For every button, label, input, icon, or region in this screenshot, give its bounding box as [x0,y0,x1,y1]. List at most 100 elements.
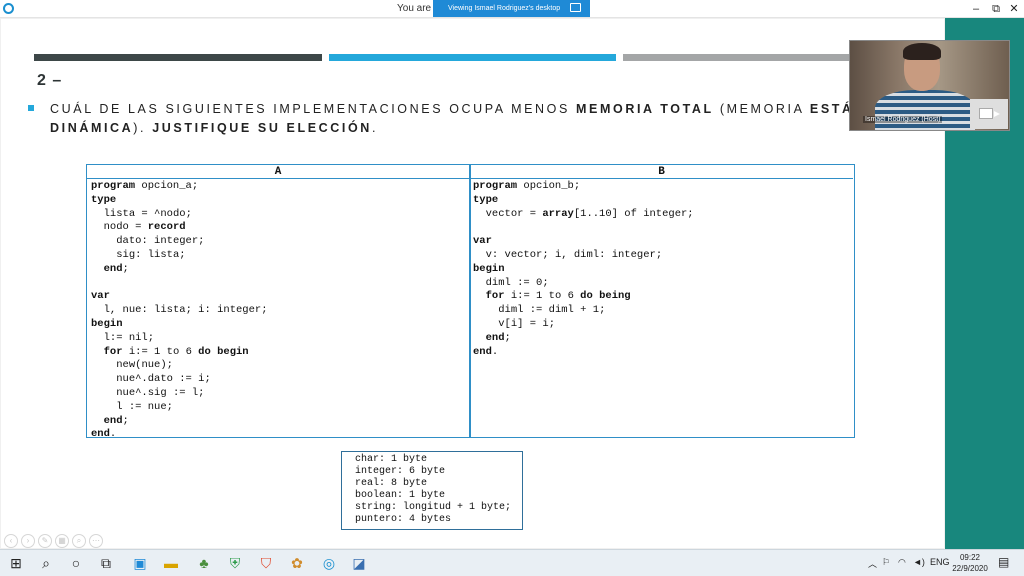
question-bold: DINÁMICA [50,121,134,135]
search-icon[interactable]: ⌕ [37,554,55,572]
code-line: sig: lista; [116,248,186,261]
wifi-icon[interactable]: ◠ [898,557,906,568]
shield-app-icon[interactable]: ⛨ [226,554,244,572]
code-line: end. [91,428,117,441]
screen-share-banner[interactable]: Viewing Ismael Rodriguez's desktop [433,0,590,17]
header-bar-blue [329,54,616,61]
more-options-icon[interactable]: ⋯ [89,534,103,548]
question-bold: MEMORIA TOTAL [576,102,714,116]
code-line: diml := diml + 1; [498,304,606,317]
code-line: dato: integer; [116,235,205,248]
code-line: begin [473,262,505,275]
code-line: nue^.dato := i; [116,373,211,386]
question-part: ). [133,121,153,135]
code-line: diml := 0; [485,276,549,289]
close-button[interactable]: ✕ [1006,0,1022,18]
clock-date: 22/9/2020 [952,564,988,573]
pen-icon[interactable]: ✎ [38,534,52,548]
system-clock[interactable]: 09:22 22/9/2020 [948,552,992,574]
minimize-button[interactable]: – [968,0,984,18]
clock-time: 09:22 [959,553,981,562]
type-size-line: string: longitud + 1 byte; [355,501,512,513]
zoom-app-icon [3,3,14,14]
share-banner-label: Viewing Ismael Rodriguez's desktop [448,5,561,12]
type-size-line: integer: 6 byte [355,465,446,477]
code-line: v[i] = i; [498,317,555,330]
presenter-hair [903,43,941,60]
code-line: l:= nil; [103,331,155,344]
code-line: for i:= 1 to 6 do begin [103,345,249,358]
cortana-icon[interactable]: ○ [67,554,85,572]
code-line: new(nue); [116,359,173,372]
code-line: nue^.sig := l; [116,386,205,399]
zoom-taskbar-icon[interactable]: ▣ [131,554,149,572]
next-slide-icon[interactable]: › [21,534,35,548]
prev-slide-icon[interactable]: ‹ [4,534,18,548]
code-line: var [473,235,492,248]
type-size-line: boolean: 1 byte [355,489,446,501]
type-size-line: puntero: 4 bytes [355,513,452,525]
bullet-marker [28,105,34,111]
slides-grid-icon[interactable]: ▦ [55,534,69,548]
question-text: CUÁL DE LAS SIGUIENTES IMPLEMENTACIONES … [50,100,850,138]
browser-icon[interactable]: ◎ [320,554,338,572]
code-line: end; [485,331,511,344]
question-bold: JUSTIFIQUE SU ELECCIÓN [152,121,372,135]
question-bold: ESTÁTIC [809,102,850,116]
app-icon[interactable]: ◪ [350,554,368,572]
code-line: var [91,290,110,303]
code-block-a: program opcion_a; type lista = ^nodo; nod… [91,180,268,442]
code-line: type [473,193,499,206]
app-icon[interactable]: ♣ [195,554,213,572]
code-line: for i:= 1 to 6 do being [485,290,631,303]
code-line: program opcion_b; [473,180,581,192]
question-part: . [371,121,379,135]
code-line: program opcion_a; [91,180,199,192]
type-size-line: char: 1 byte [355,454,428,465]
language-indicator[interactable]: ENG [930,557,950,567]
code-line: lista = ^nodo; [103,207,192,220]
restore-button[interactable]: ⧉ [988,0,1004,18]
type-sizes-box: char: 1 byte integer: 6 byte real: 8 byte b… [341,451,523,530]
video-camera-icon[interactable] [979,108,1000,119]
code-line: end; [103,262,129,275]
code-comparison-table: A B program opcion_a; type lista = ^nodo;… [86,164,855,440]
slide-number: 2 – [37,72,63,89]
code-line: begin [91,317,123,330]
column-header-b: B [469,165,853,179]
slideshow-controls: ‹ › ✎ ▦ ⌕ ⋯ [4,534,103,548]
code-line: l := nue; [116,400,173,413]
file-explorer-icon[interactable]: ▬ [162,554,180,572]
code-line: end; [103,414,129,427]
code-line: end. [473,345,499,358]
windows-start-icon[interactable]: ⊞ [7,554,25,572]
camera-toggle[interactable] [970,99,1008,129]
volume-icon[interactable]: ◄) [913,557,925,567]
column-header-a: A [87,165,469,179]
notifications-icon[interactable]: ▤ [998,555,1009,569]
code-block-b: program opcion_b; type vector = array[1..… [473,180,694,359]
column-divider [469,165,471,437]
header-bar-grey [623,54,853,61]
webcam-video-tile[interactable]: Ismael Rodriguez (Host) [849,40,1010,131]
task-view-icon[interactable]: ⧉ [97,554,115,572]
screen-share-icon[interactable] [570,3,581,12]
header-bar-dark [34,54,322,61]
code-line: l, nue: lista; i: integer; [103,304,268,317]
zoom-icon[interactable]: ⌕ [72,534,86,548]
show-hidden-icons[interactable]: ︿ [868,557,877,570]
window-titlebar: You are v Viewing Ismael Rodriguez's des… [0,0,1024,18]
brave-browser-icon[interactable]: ⛉ [257,554,275,572]
type-size-line: real: 8 byte [355,477,428,489]
question-part: (MEMORIA [713,102,810,116]
code-line: nodo = record [103,221,186,234]
host-name-label: Ismael Rodriguez (Host) [863,116,943,123]
code-line: vector = array[1..10] of integer; [485,207,694,220]
app-icon[interactable]: ✿ [288,554,306,572]
code-line: type [91,193,117,206]
presenter-body [875,90,975,130]
question-part: CUÁL DE LAS SIGUIENTES IMPLEMENTACIONES … [50,102,577,116]
network-icon[interactable]: ⚐ [882,557,890,568]
